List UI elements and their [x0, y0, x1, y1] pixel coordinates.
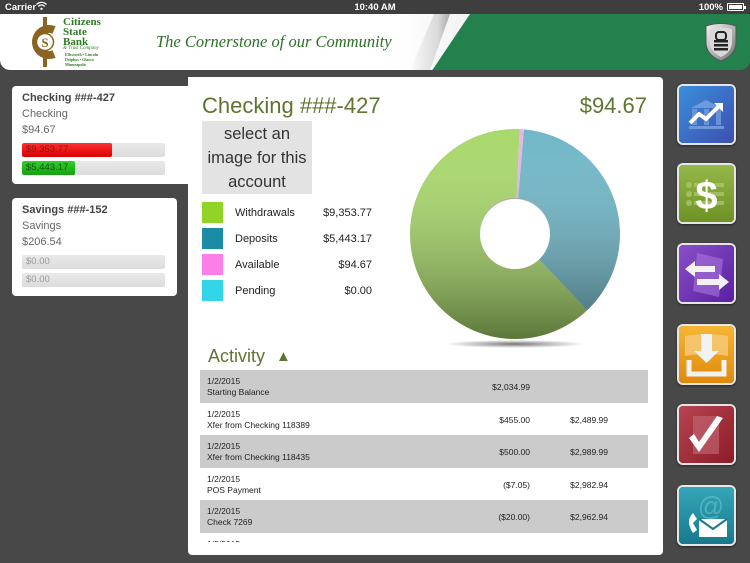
sort-up-icon[interactable]: ▲	[276, 348, 291, 365]
towns-line3: Minneapolis	[65, 62, 87, 67]
activity-row[interactable]: 1/2/2015 Xfer from Checking 118435 $500.00…	[200, 435, 648, 468]
deposits-bar: $5,443.17	[22, 161, 165, 175]
bank-chart-icon	[679, 86, 734, 143]
activity-running-balance: $2,989.99	[570, 447, 608, 457]
bank-logo: S Citizens State Bank & Trust Company El…	[27, 17, 122, 67]
withdrawals-bar-label: $9,353.77	[26, 144, 69, 155]
legend-label: Deposits	[235, 233, 278, 245]
chart-legend: Withdrawals $9,353.77 Deposits $5,443.17…	[202, 201, 372, 305]
legend-item-available: Available $94.67	[202, 253, 372, 279]
legend-value: $0.00	[344, 285, 372, 297]
bank-name: Citizens State Bank	[63, 17, 101, 48]
approvals-button[interactable]	[677, 404, 736, 465]
activity-running-balance: $2,982.94	[570, 479, 608, 490]
account-card-checking[interactable]: Checking ###-427 Checking $94.67 $9,353.…	[12, 86, 190, 184]
transfer-arrows-icon	[679, 245, 734, 302]
deposit-download-icon	[679, 326, 734, 383]
account-type: Checking	[22, 108, 68, 120]
account-title: Savings ###-152	[22, 204, 108, 216]
contact-button[interactable]: @	[677, 485, 736, 546]
activity-date: 1/5/2015	[207, 539, 240, 543]
legend-value: $5,443.17	[323, 233, 372, 245]
svg-text:$: $	[695, 174, 717, 218]
app-header: S Citizens State Bank & Trust Company El…	[0, 14, 750, 70]
legend-value: $94.67	[338, 259, 372, 271]
tagline: The Cornerstone of our Community	[156, 32, 392, 51]
legend-item-deposits: Deposits $5,443.17	[202, 227, 372, 253]
activity-row[interactable]: 1/2/2015 Starting Balance $2,034.99	[200, 370, 648, 403]
svg-text:@: @	[698, 491, 724, 521]
select-image-button[interactable]: select an image for this account	[202, 121, 312, 194]
bank-towns: Ellsworth • Lincoln Delphos • Glasco Min…	[65, 52, 98, 67]
clock: 10:40 AM	[354, 2, 396, 13]
activity-date: 1/2/2015	[207, 506, 241, 516]
activity-amount: ($20.00)	[498, 512, 530, 522]
activity-amount: $2,034.99	[492, 382, 530, 392]
account-title: Checking ###-427	[22, 92, 115, 104]
battery-icon	[727, 3, 746, 11]
legend-item-pending: Pending $0.00	[202, 279, 372, 305]
activity-description: Xfer from Checking 118389	[207, 419, 310, 430]
donut-hole	[480, 199, 550, 269]
legend-swatch	[202, 254, 223, 275]
withdrawals-bar: $9,353.77	[22, 143, 165, 157]
cent-logo-icon: S	[32, 17, 56, 67]
dollar-icon: $	[679, 165, 734, 222]
account-balance: $94.67	[22, 124, 56, 136]
activity-description: Check 7269	[207, 517, 253, 527]
activity-date: 1/2/2015	[207, 408, 241, 419]
account-balance: $206.54	[22, 236, 62, 248]
activity-list[interactable]: 1/2/2015 Starting Balance $2,034.99 1/2/201…	[200, 370, 648, 542]
deposits-bar-label: $0.00	[26, 274, 50, 285]
bank-subtitle: & Trust Company	[63, 46, 99, 51]
checkmark-icon	[679, 406, 734, 463]
pay-bills-button[interactable]: $	[677, 163, 736, 224]
legend-label: Available	[235, 259, 280, 271]
deposit-button[interactable]	[677, 324, 736, 385]
account-type: Savings	[22, 220, 62, 232]
activity-running-balance: $2,489.99	[570, 414, 608, 425]
activity-row[interactable]: 1/2/2015 POS Payment ($7.05) $2,982.94	[200, 468, 648, 501]
legend-swatch	[202, 280, 223, 301]
activity-amount: $455.00	[499, 414, 530, 425]
activity-row[interactable]: 1/2/2015 Xfer from Checking 118389 $455.00…	[200, 403, 648, 436]
activity-row[interactable]: 1/5/2015	[200, 533, 648, 543]
deposits-bar: $0.00	[22, 273, 165, 287]
phone-mail-icon: @	[679, 487, 734, 544]
detail-account-title: Checking ###-427	[202, 93, 381, 118]
deposits-bar-label: $5,443.17	[26, 162, 69, 173]
activity-date: 1/2/2015	[207, 441, 241, 451]
balance-donut-chart	[410, 128, 620, 348]
withdrawals-bar-label: $0.00	[26, 256, 50, 267]
activity-heading: Activity	[208, 346, 266, 366]
activity-date: 1/2/2015	[207, 376, 241, 386]
legend-label: Pending	[235, 285, 276, 297]
activity-description: Xfer from Checking 118435	[207, 452, 310, 462]
legend-item-withdrawals: Withdrawals $9,353.77	[202, 201, 372, 227]
legend-swatch	[202, 202, 223, 223]
chart-shadow	[445, 340, 585, 348]
legend-swatch	[202, 228, 223, 249]
activity-amount: ($7.05)	[503, 479, 530, 490]
legend-value: $9,353.77	[323, 207, 372, 219]
activity-running-balance: $2,962.94	[570, 512, 608, 522]
svg-text:S: S	[41, 35, 48, 50]
account-card-savings[interactable]: Savings ###-152 Savings $206.54 $0.00 $0…	[12, 198, 177, 296]
withdrawals-bar: $0.00	[22, 255, 165, 269]
lock-shield-icon[interactable]	[702, 22, 740, 62]
activity-description: POS Payment	[207, 484, 261, 495]
activity-row[interactable]: 1/2/2015 Check 7269 ($20.00) $2,962.94	[200, 500, 648, 533]
battery-percent: 100%	[698, 2, 723, 13]
legend-label: Withdrawals	[235, 207, 295, 219]
detail-account-amount: $94.67	[579, 93, 647, 118]
transfers-button[interactable]	[677, 243, 736, 304]
accounts-button[interactable]	[677, 84, 736, 145]
account-detail-panel: Checking ###-427 $94.67 select an image …	[188, 77, 663, 555]
activity-date: 1/2/2015	[207, 473, 241, 484]
status-bar: Carrier 10:40 AM 100%	[0, 0, 750, 14]
activity-description: Starting Balance	[207, 387, 270, 397]
activity-amount: $500.00	[499, 447, 530, 457]
